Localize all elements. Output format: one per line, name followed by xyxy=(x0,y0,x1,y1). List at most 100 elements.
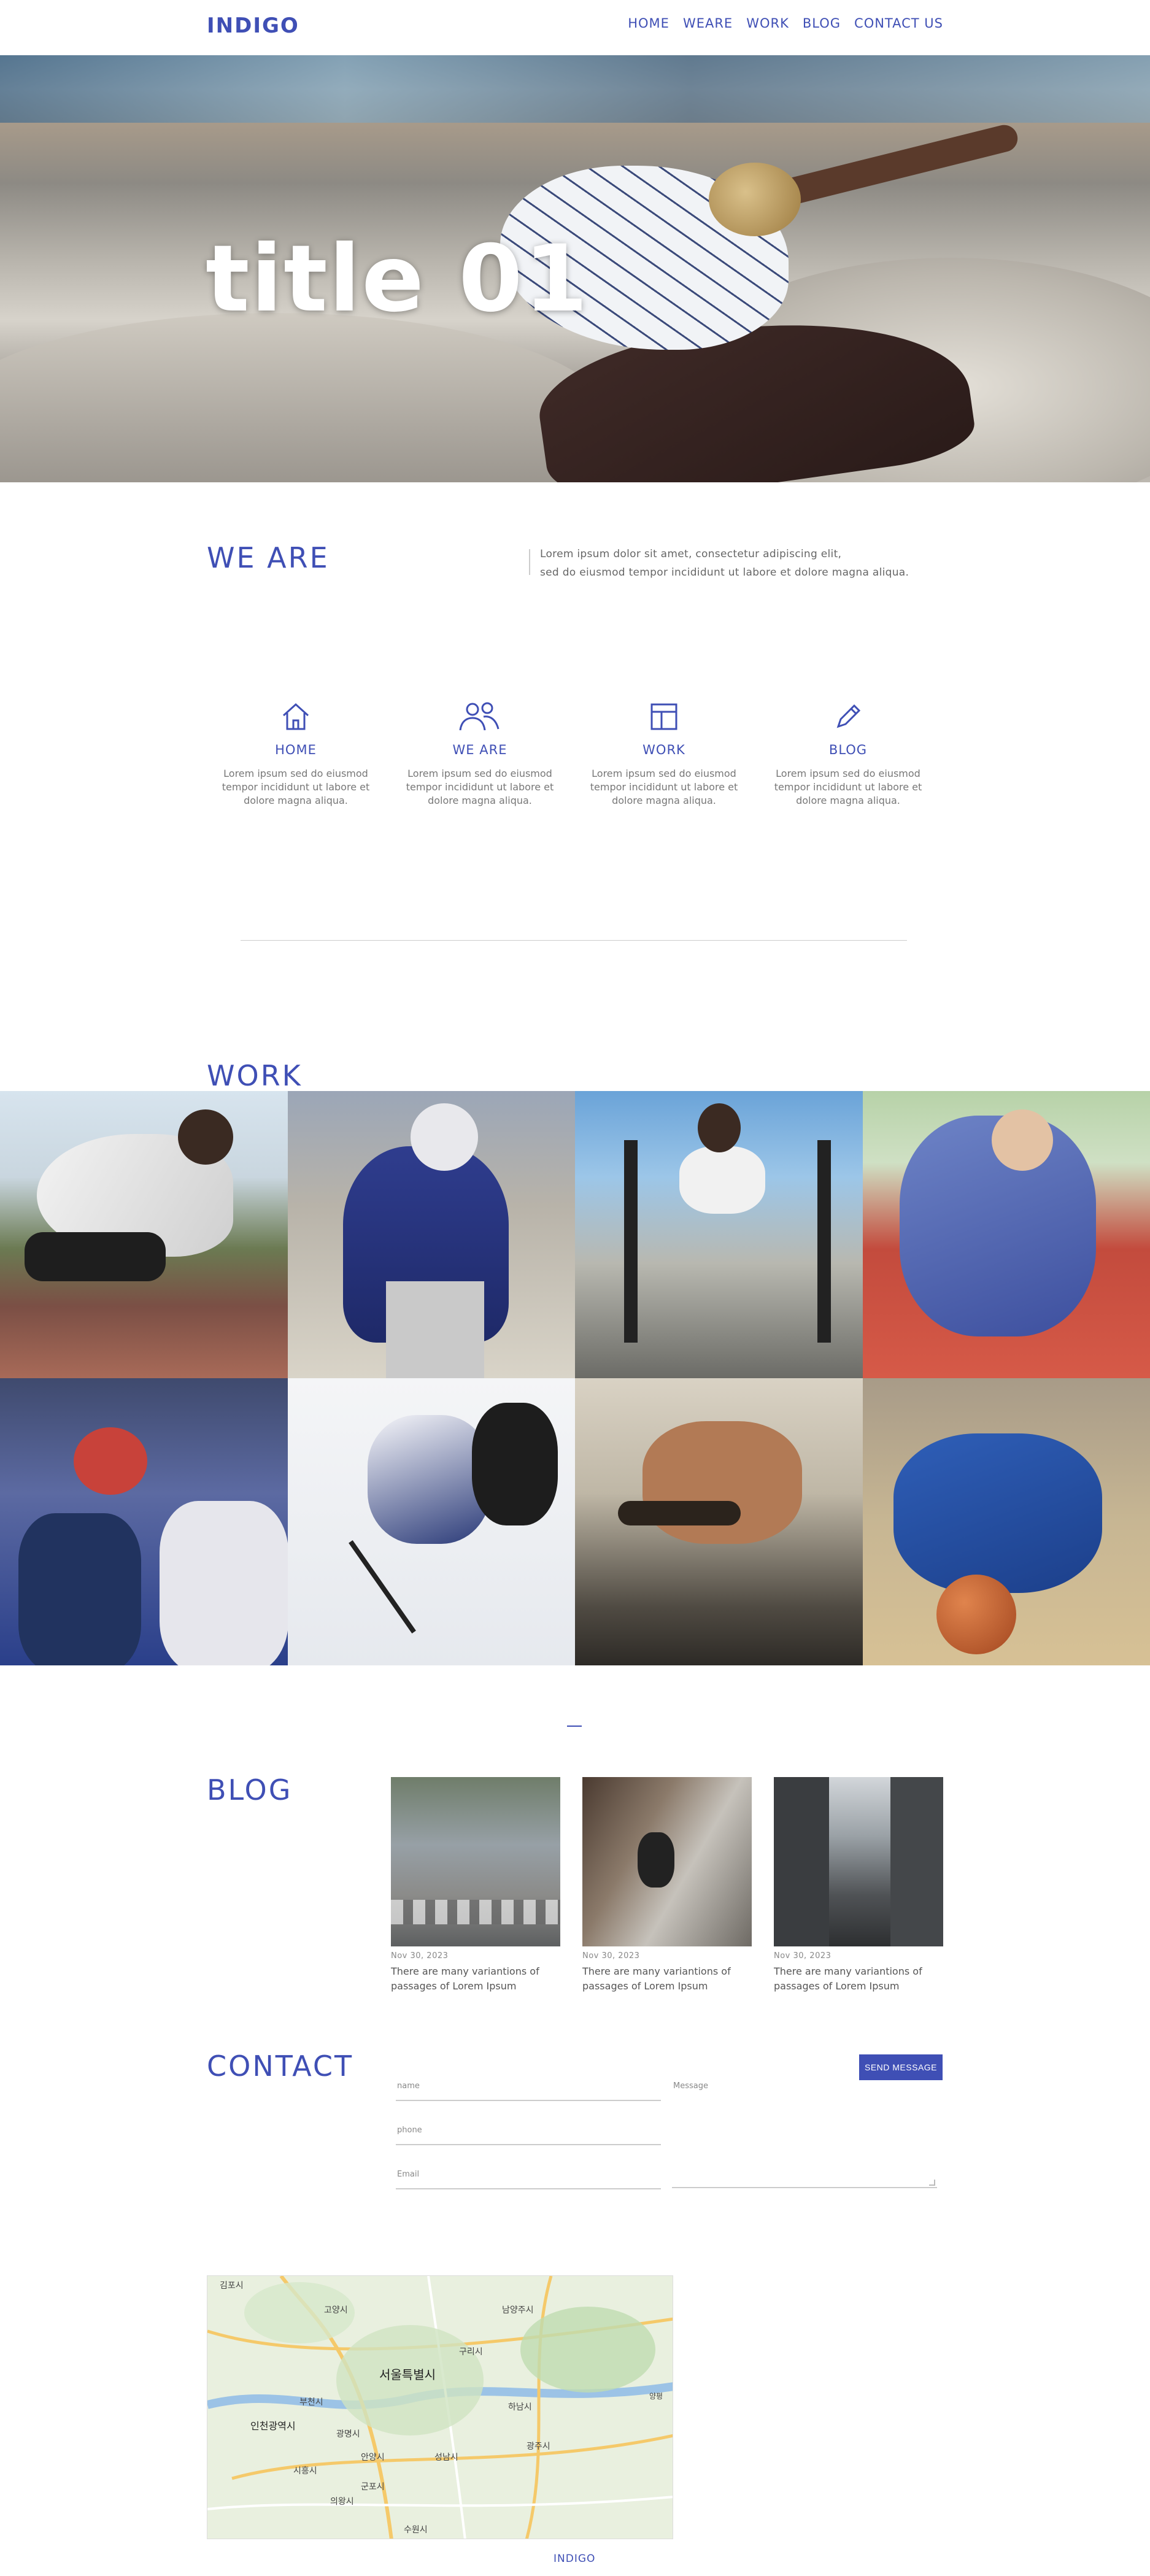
map-canvas: 김포시 고양시 남양주시 서울특별시 구리시 부천시 인천광역시 광명시 하남시… xyxy=(207,2276,673,2539)
pencil-icon xyxy=(836,704,861,728)
feature-label: BLOG xyxy=(828,742,868,757)
nav-home[interactable]: HOME xyxy=(628,16,670,31)
map-label: 군포시 xyxy=(361,2482,385,2492)
tile-pole-left xyxy=(624,1140,638,1343)
feature-desc: Lorem ipsum sed do eiusmod tempor incidi… xyxy=(774,768,922,806)
hero-title: title 01 xyxy=(206,226,589,333)
map-label: 양평 xyxy=(649,2392,663,2401)
tile-head xyxy=(991,1109,1053,1171)
blog-image-crosswalk xyxy=(391,1900,560,1924)
layout-icon xyxy=(650,703,677,730)
map-label: 시흥시 xyxy=(293,2466,317,2476)
feature-desc: Lorem ipsum sed do eiusmod tempor incidi… xyxy=(590,768,738,806)
site-header: INDIGO HOME WEARE WORK BLOG CONTACT US xyxy=(0,0,1150,55)
blog-excerpt: There are many variantions of passages o… xyxy=(582,1965,731,1992)
tile-board xyxy=(618,1501,741,1525)
work-tile-basketball[interactable] xyxy=(862,1378,1150,1665)
email-label: Email xyxy=(397,2170,420,2179)
map-label: 수원시 xyxy=(404,2525,428,2535)
phone-label: phone xyxy=(397,2126,422,2135)
people-icon xyxy=(459,702,500,731)
work-tile-sled[interactable] xyxy=(575,1091,863,1378)
map-label: 인천광역시 xyxy=(250,2420,296,2432)
map-label: 하남시 xyxy=(508,2402,532,2412)
map-label: 서울특별시 xyxy=(379,2367,436,2382)
map-label: 김포시 xyxy=(220,2281,244,2291)
map-label: 남양주시 xyxy=(502,2305,534,2315)
map-label: 광명시 xyxy=(336,2429,360,2439)
email-field[interactable] xyxy=(396,2183,661,2189)
message-label: Message xyxy=(673,2081,708,2091)
blog-image-figure xyxy=(638,1832,674,1888)
work-tile-hockey[interactable] xyxy=(287,1378,575,1665)
feature-label: WE ARE xyxy=(452,742,507,757)
blog-date: Nov 30, 2023 xyxy=(391,1951,449,1961)
tile-helmet xyxy=(410,1103,478,1171)
section-marker xyxy=(567,1726,582,1727)
nav-contact[interactable]: CONTACT US xyxy=(854,16,943,31)
map-label: 광주시 xyxy=(527,2442,550,2451)
tile-pants xyxy=(385,1281,484,1378)
nav-weare[interactable]: WEARE xyxy=(683,16,733,31)
hero-skater-arm xyxy=(763,122,1021,211)
nav-work[interactable]: WORK xyxy=(746,16,789,31)
tile-legs xyxy=(25,1232,166,1281)
hero-skate-bowl xyxy=(0,313,614,482)
tile-glove xyxy=(74,1427,147,1495)
blog-date: Nov 30, 2023 xyxy=(774,1951,832,1961)
hero-sky xyxy=(0,55,1150,123)
map-label: 구리시 xyxy=(459,2347,483,2357)
hero-skater-hat xyxy=(709,163,801,236)
features: HOME Lorem ipsum sed do eiusmod tempor i… xyxy=(207,698,943,821)
weare-text: Lorem ipsum dolor sit amet, consectetur … xyxy=(540,545,945,582)
blog-image xyxy=(774,1777,943,1946)
feature-blog[interactable]: BLOG Lorem ipsum sed do eiusmod tempor i… xyxy=(765,698,931,808)
blog-image xyxy=(391,1777,560,1946)
home-icon xyxy=(282,703,309,730)
feature-work[interactable]: WORK Lorem ipsum sed do eiusmod tempor i… xyxy=(581,698,747,808)
feature-desc: Lorem ipsum sed do eiusmod tempor incidi… xyxy=(406,768,554,806)
feature-weare[interactable]: WE ARE Lorem ipsum sed do eiusmod tempor… xyxy=(397,698,563,808)
blog-title: BLOG xyxy=(207,1773,293,1807)
tile-figure xyxy=(18,1513,141,1665)
tile-ball xyxy=(936,1575,1016,1654)
tile-figure-2 xyxy=(471,1403,558,1525)
nav-blog[interactable]: BLOG xyxy=(803,16,841,31)
feature-label: HOME xyxy=(275,742,317,757)
blog-image xyxy=(582,1777,752,1946)
tile-figure xyxy=(893,1433,1102,1593)
work-tile-sprinter[interactable] xyxy=(0,1091,288,1378)
footer-brand: INDIGO xyxy=(554,2553,596,2565)
work-tile-football[interactable] xyxy=(287,1091,575,1378)
tile-stick xyxy=(348,1540,416,1634)
map-label: 의왕시 xyxy=(330,2497,354,2507)
blog-card[interactable]: Nov 30, 2023 There are many variantions … xyxy=(774,1777,943,1994)
blog-card[interactable]: Nov 30, 2023 There are many variantions … xyxy=(582,1777,752,1994)
brand-logo[interactable]: INDIGO xyxy=(207,13,299,38)
work-tile-skate[interactable] xyxy=(575,1378,863,1665)
name-label: name xyxy=(397,2081,420,2091)
weare-title: WE ARE xyxy=(207,541,330,574)
section-divider xyxy=(241,940,907,941)
blog-image-building-left xyxy=(774,1777,829,1946)
weare-text-line1: Lorem ipsum dolor sit amet, consectetur … xyxy=(540,548,842,560)
name-field[interactable] xyxy=(396,2095,661,2101)
work-tile-track[interactable] xyxy=(862,1091,1150,1378)
resize-handle-icon[interactable] xyxy=(929,2180,935,2186)
send-message-button[interactable]: SEND MESSAGE xyxy=(859,2054,943,2080)
location-map[interactable]: 김포시 고양시 남양주시 서울특별시 구리시 부천시 인천광역시 광명시 하남시… xyxy=(207,2275,673,2539)
phone-field[interactable] xyxy=(396,2139,661,2145)
blog-card[interactable]: Nov 30, 2023 There are many variantions … xyxy=(391,1777,560,1994)
feature-home[interactable]: HOME Lorem ipsum sed do eiusmod tempor i… xyxy=(213,698,379,808)
feature-desc: Lorem ipsum sed do eiusmod tempor incidi… xyxy=(222,768,370,806)
weare-text-line2: sed do eiusmod tempor incididunt ut labo… xyxy=(540,566,909,579)
blog-excerpt: There are many variantions of passages o… xyxy=(391,1965,539,1992)
work-tile-boxing[interactable] xyxy=(0,1378,288,1665)
map-label: 성남시 xyxy=(434,2453,458,2462)
work-grid xyxy=(0,1091,1150,1665)
tile-pole-right xyxy=(817,1140,831,1343)
tile-figure xyxy=(679,1146,765,1214)
map-label: 안양시 xyxy=(361,2453,385,2462)
message-textarea[interactable] xyxy=(672,2095,937,2188)
blog-excerpt: There are many variantions of passages o… xyxy=(774,1965,922,1992)
